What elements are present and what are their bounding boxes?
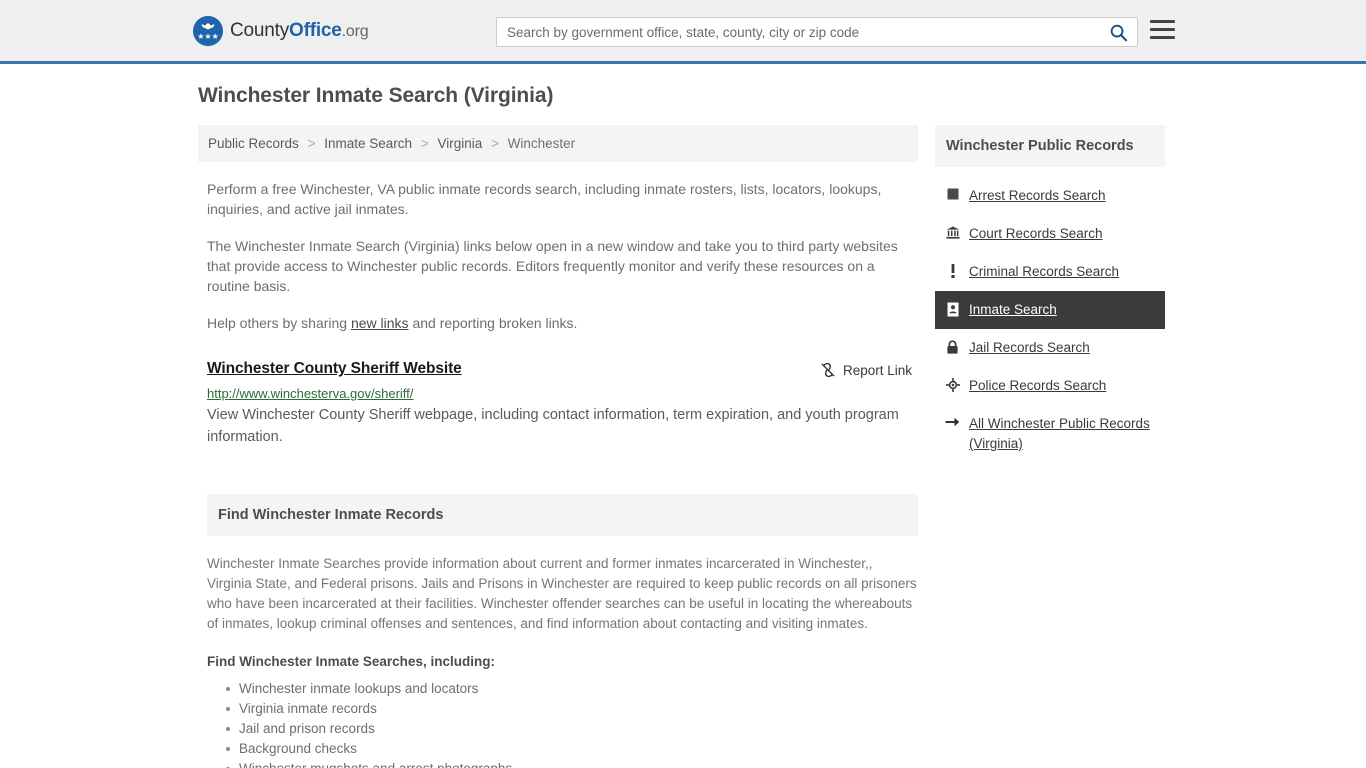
sidebar: Winchester Public Records Arrest Records… [935, 125, 1165, 463]
brand-wordmark: CountyOffice.org [230, 19, 369, 42]
main-column: Public Records > Inmate Search > Virgini… [198, 125, 918, 768]
report-link-button[interactable]: Report Link [820, 362, 912, 378]
result-url[interactable]: http://www.winchesterva.gov/sheriff/ [207, 386, 918, 401]
new-links-link[interactable]: new links [351, 315, 409, 331]
courthouse-icon [945, 224, 960, 239]
exclamation-icon [945, 262, 960, 278]
section-heading: Find Winchester Inmate Records [207, 494, 918, 536]
brand-part2: Office [289, 19, 342, 41]
content-container: Winchester Inmate Search (Virginia) Publ… [188, 64, 1178, 768]
intro-paragraph-3: Help others by sharing new links and rep… [207, 313, 907, 333]
share-text-before: Help others by sharing [207, 315, 351, 331]
sidebar-item-label: Jail Records Search [969, 340, 1090, 355]
breadcrumb-separator: > [490, 136, 499, 151]
stars-glyph: ★★★ [197, 31, 219, 41]
hamburger-bar [1150, 20, 1175, 23]
sidebar-item-label: Court Records Search [969, 226, 1103, 241]
hamburger-bar [1150, 28, 1175, 31]
share-text-after: and reporting broken links. [408, 315, 578, 331]
sidebar-item-label: All Winchester Public Records (Virginia) [969, 416, 1150, 451]
fingerprint-square-icon [945, 186, 960, 200]
section-subheading: Find Winchester Inmate Searches, includi… [207, 654, 495, 669]
inmate-search-list: Winchester inmate lookups and locators V… [207, 679, 918, 768]
breadcrumb-separator: > [307, 136, 316, 151]
sidebar-heading: Winchester Public Records [935, 125, 1165, 167]
id-card-icon [945, 300, 960, 317]
result-header-row: Winchester County Sheriff Website Report… [207, 360, 918, 378]
page-title: Winchester Inmate Search (Virginia) [198, 84, 554, 107]
result-description: View Winchester County Sheriff webpage, … [207, 407, 899, 445]
list-item: Winchester mugshots and arrest photograp… [226, 759, 918, 768]
breadcrumb-item-winchester: Winchester [507, 136, 576, 151]
sidebar-item-label: Arrest Records Search [969, 188, 1106, 203]
list-item: Virginia inmate records [226, 699, 918, 719]
list-item: Jail and prison records [226, 719, 918, 739]
sidebar-item-label: Inmate Search [969, 302, 1057, 317]
site-logo[interactable]: ★★★ CountyOffice.org [193, 15, 369, 46]
police-badge-icon [945, 376, 960, 392]
sidebar-item-criminal-records[interactable]: Criminal Records Search [935, 253, 1165, 291]
breadcrumb-item-virginia[interactable]: Virginia [437, 136, 482, 151]
breadcrumb: Public Records > Inmate Search > Virgini… [198, 125, 918, 162]
breadcrumb-item-public-records[interactable]: Public Records [208, 136, 299, 151]
intro-paragraph-1: Perform a free Winchester, VA public inm… [207, 181, 882, 217]
hamburger-menu-icon[interactable] [1150, 20, 1175, 39]
report-link-label: Report Link [842, 362, 912, 378]
result-item: Winchester County Sheriff Website Report… [207, 360, 918, 448]
search-icon [1110, 24, 1127, 41]
sidebar-list: Arrest Records Search Court Records Sear… [935, 177, 1165, 463]
sidebar-item-inmate-search[interactable]: Inmate Search [935, 291, 1165, 329]
intro-paragraph-2: The Winchester Inmate Search (Virginia) … [207, 238, 898, 294]
list-item: Winchester inmate lookups and locators [226, 679, 918, 699]
eagle-glyph [201, 22, 215, 29]
padlock-icon [945, 338, 960, 354]
sidebar-item-all-public-records[interactable]: All Winchester Public Records (Virginia) [935, 405, 1165, 463]
broken-link-icon [821, 362, 835, 378]
sidebar-item-label: Criminal Records Search [969, 264, 1120, 279]
two-column-layout: Public Records > Inmate Search > Virgini… [188, 125, 1178, 768]
site-header: ★★★ CountyOffice.org [0, 0, 1366, 64]
sidebar-item-label: Police Records Search [969, 378, 1107, 393]
brand-part3: .org [341, 22, 369, 40]
list-item: Background checks [226, 739, 918, 759]
result-title-link[interactable]: Winchester County Sheriff Website [207, 360, 462, 378]
sidebar-item-arrest-records[interactable]: Arrest Records Search [935, 177, 1165, 215]
sidebar-item-court-records[interactable]: Court Records Search [935, 215, 1165, 253]
search-button[interactable] [1099, 18, 1137, 46]
section-paragraph: Winchester Inmate Searches provide infor… [207, 556, 917, 631]
hamburger-bar [1150, 36, 1175, 39]
breadcrumb-item-inmate-search[interactable]: Inmate Search [324, 136, 412, 151]
arrow-right-icon [945, 414, 960, 428]
sidebar-item-jail-records[interactable]: Jail Records Search [935, 329, 1165, 367]
page-body: Winchester Inmate Search (Virginia) Publ… [0, 64, 1366, 768]
eagle-seal-icon: ★★★ [193, 15, 223, 46]
sidebar-item-police-records[interactable]: Police Records Search [935, 367, 1165, 405]
brand-part1: County [230, 19, 290, 41]
breadcrumb-separator: > [420, 136, 429, 151]
search-bar[interactable] [496, 17, 1138, 47]
search-input[interactable] [497, 18, 1099, 46]
